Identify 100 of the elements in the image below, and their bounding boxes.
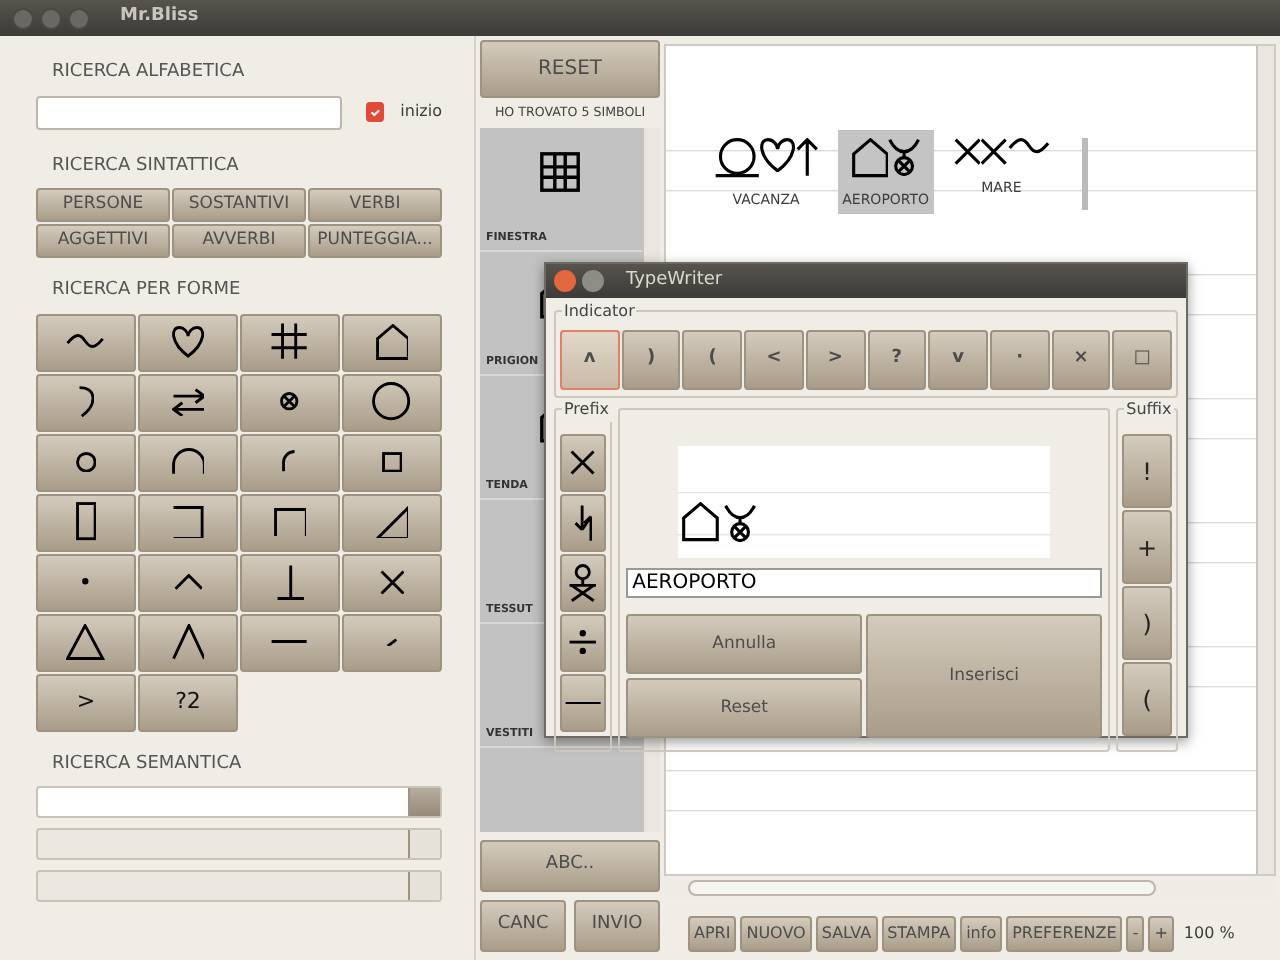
shape-button[interactable] [240,373,340,431]
category-button[interactable]: VERBI [308,188,442,222]
square-icon [381,451,403,473]
heart-icon [171,326,205,358]
shape-button[interactable] [342,433,442,491]
close-button[interactable] [554,270,576,292]
indicator-button[interactable]: < [744,330,804,390]
category-button[interactable]: AGGETTIVI [36,224,170,258]
text-cursor [1081,138,1088,210]
name-field[interactable]: AEROPORTO [626,568,1103,598]
cross-icon [980,138,1008,166]
shape-button[interactable] [240,553,340,611]
search-field[interactable] [36,95,342,129]
toolbar-button[interactable]: PREFERENZE [1006,916,1123,952]
dropdown[interactable] [36,786,442,818]
indicator-button[interactable]: > [805,330,866,390]
house-icon [851,138,889,178]
cancel-button[interactable]: Annulla [626,614,863,674]
rectangle-icon [75,502,97,542]
shape-button[interactable] [342,493,442,551]
dash-icon [270,640,310,644]
zoom-level: 100 % [1183,922,1235,946]
dialog-title: TypeWriter [626,267,723,294]
arc-icon [282,450,298,474]
reset-button[interactable]: RESET [480,40,660,98]
section-heading: RICERCA PER FORME [50,278,243,304]
indicator-button[interactable]: ) [621,330,681,390]
cross-icon [379,569,405,595]
suffix-button[interactable]: ( [1122,662,1172,736]
scrollbar[interactable] [1256,46,1274,874]
arch-icon [171,448,205,476]
shape-button[interactable] [36,493,136,551]
triangle-icon [66,623,106,661]
suffix-button[interactable]: ! [1122,434,1172,508]
shape-button[interactable] [342,313,442,371]
shape-button[interactable]: > [36,673,136,731]
toolbar-button[interactable]: APRI [688,916,737,952]
shape-button[interactable] [138,613,238,671]
group-label: Prefix [562,398,611,422]
divide-icon [568,630,598,656]
indicator-button[interactable]: ? [867,330,927,390]
prefix-button[interactable] [560,614,607,672]
section-heading: RICERCA ALFABETICA [50,60,247,86]
shape-button[interactable] [342,373,442,431]
shape-button[interactable] [138,313,238,371]
bracket-icon [273,507,307,537]
section-heading: RICERCA SINTATTICA [50,153,241,179]
indicator-button[interactable]: × [1051,330,1111,390]
wave-icon [1007,138,1050,154]
category-button[interactable]: PERSONE [36,188,170,222]
shape-button[interactable] [36,313,136,371]
shape-button[interactable] [240,493,340,551]
circle-icon [372,382,412,422]
suffix-button[interactable]: + [1122,510,1172,584]
toolbar-button[interactable]: SALVA [815,916,878,952]
prefix-button[interactable] [560,434,607,492]
reset-button[interactable]: Reset [626,678,863,738]
insert-button[interactable]: Inserisci [866,614,1103,738]
bracket-icon [172,505,204,539]
caret-icon [173,573,203,591]
category-button[interactable]: SOSTANTIVI [172,188,306,222]
stroke-icon [386,637,398,647]
prefix-button[interactable] [560,674,607,732]
dot-icon [82,578,90,586]
indicator-button[interactable]: · [989,330,1050,390]
toolbar-button[interactable]: STAMPA [881,916,957,952]
shape-button[interactable] [240,313,340,371]
shape-button[interactable] [36,613,136,671]
shape-button[interactable] [36,433,136,491]
toolbar-button[interactable]: NUOVO [740,916,812,952]
shape-button[interactable] [138,373,238,431]
category-button[interactable]: PUNTEGGIA... [308,224,442,258]
toolbar-button[interactable]: + [1148,916,1174,952]
wave-icon [66,334,106,350]
shape-button[interactable] [138,493,238,551]
toolbar-button[interactable]: - [1126,916,1145,952]
arrows-icon [573,503,593,543]
abc-button[interactable]: ABC.. [480,840,660,892]
checkbox[interactable] [365,102,385,122]
indicator-button[interactable]: ʌ [560,330,620,390]
prefix-button[interactable] [560,494,607,552]
prefix-button[interactable] [560,554,607,612]
arrows-icon [171,387,205,417]
toolbar-button[interactable]: info [960,916,1003,952]
suffix-button[interactable]: ) [1122,586,1172,660]
minimize-button[interactable] [582,270,604,292]
house-icon [375,323,409,361]
hook-icon [77,386,95,418]
indicator-button[interactable]: v [928,330,988,390]
action-button[interactable]: CANC [480,900,567,952]
shape-button[interactable] [342,553,442,611]
shape-button[interactable] [138,433,238,491]
category-button[interactable]: AVVERBI [172,224,306,258]
heart-icon [760,138,796,173]
circle-icon [714,138,761,178]
indicator-button[interactable]: ( [682,330,743,390]
shape-button[interactable]: ?2 [138,673,238,731]
indicator-button[interactable]: □ [1112,330,1173,390]
caret-icon [171,623,205,661]
action-button[interactable]: INVIO [574,900,661,952]
